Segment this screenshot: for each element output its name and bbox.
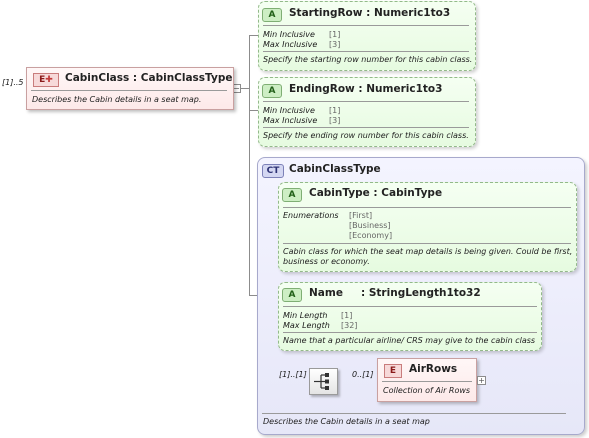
attribute-badge: A — [282, 288, 302, 302]
max-inclusive-value: [3] — [329, 116, 341, 125]
starting-row-title: StartingRow : Numeric1to3 — [289, 7, 451, 19]
attribute-badge: A — [262, 8, 282, 22]
starting-row-attribute[interactable]: A StartingRow : Numeric1to3 Min Inclusiv… — [258, 1, 476, 71]
divider — [283, 243, 571, 244]
air-rows-title: AirRows — [409, 363, 458, 375]
branch-to-root — [242, 88, 250, 89]
min-inclusive-value: [1] — [329, 106, 341, 115]
sequence-compositor[interactable] — [309, 368, 338, 395]
divider — [263, 51, 469, 52]
cabin-class-title: CabinClass : CabinClassType — [65, 72, 233, 84]
enum-value-business: [Business] — [349, 221, 391, 230]
ending-row-description: Specify the ending row number for this c… — [263, 131, 469, 140]
max-inclusive-label: Max Inclusive — [263, 116, 318, 125]
min-inclusive-value: [1] — [329, 30, 341, 39]
max-length-label: Max Length — [283, 321, 330, 330]
root-multiplicity: [1]..5 — [2, 78, 24, 87]
air-rows-description: Collection of Air Rows — [383, 386, 471, 395]
cabin-type-description-line1: Cabin class for which the seat map detai… — [283, 247, 573, 256]
sequence-multiplicity: [1]..[1] — [279, 370, 307, 379]
element-icon: ✚ — [45, 75, 53, 85]
min-length-value: [1] — [341, 311, 353, 320]
name-title: Name — [309, 287, 343, 299]
min-length-label: Min Length — [283, 311, 328, 320]
starting-row-description: Specify the starting row number for this… — [263, 55, 473, 64]
max-length-value: [32] — [341, 321, 358, 330]
enumerations-label: Enumerations — [283, 211, 339, 220]
name-attribute[interactable]: A Name : StringLength1to32 Min Length [1… — [278, 282, 542, 351]
branch-ending-row — [249, 110, 258, 111]
cabin-class-description: Describes the Cabin details in a seat ma… — [32, 95, 202, 104]
sequence-icon — [314, 373, 329, 390]
enum-value-economy: [Economy] — [349, 231, 393, 240]
cabin-type-attribute[interactable]: A CabinType : CabinType Enumerations [Fi… — [278, 182, 577, 272]
min-inclusive-label: Min Inclusive — [263, 30, 315, 39]
max-inclusive-label: Max Inclusive — [263, 40, 318, 49]
divider — [283, 306, 537, 307]
divider — [283, 207, 571, 208]
complex-type-description: Describes the Cabin details in a seat ma… — [263, 417, 430, 426]
divider — [263, 101, 469, 102]
branch-starting-row — [249, 35, 258, 36]
divider — [382, 381, 472, 382]
cabin-type-description-line2: business or economy. — [283, 257, 370, 266]
enum-value-first: [First] — [349, 211, 373, 220]
divider — [262, 413, 566, 414]
attribute-badge: A — [282, 188, 302, 202]
divider — [263, 25, 469, 26]
min-inclusive-label: Min Inclusive — [263, 106, 315, 115]
complex-type-title: CabinClassType — [289, 163, 381, 175]
attribute-badge: A — [262, 84, 282, 98]
ending-row-title: EndingRow : Numeric1to3 — [289, 83, 443, 95]
divider — [31, 90, 227, 91]
name-description: Name that a particular airline/ CRS may … — [283, 336, 536, 345]
cabin-class-element[interactable]: E✚ CabinClass : CabinClassType Describes… — [26, 67, 234, 110]
complex-type-badge: CT — [262, 164, 284, 178]
divider — [283, 332, 537, 333]
cabin-type-title: CabinType : CabinType — [309, 187, 443, 199]
trunk-line — [249, 35, 250, 295]
divider — [263, 127, 469, 128]
expand-icon[interactable]: + — [477, 376, 486, 385]
ending-row-attribute[interactable]: A EndingRow : Numeric1to3 Min Inclusive … — [258, 77, 476, 147]
element-badge: E✚ — [33, 73, 59, 87]
element-badge: E — [384, 364, 402, 378]
air-rows-multiplicity: 0..[1] — [352, 370, 374, 379]
max-inclusive-value: [3] — [329, 40, 341, 49]
name-type: : StringLength1to32 — [361, 287, 481, 299]
air-rows-element[interactable]: E AirRows Collection of Air Rows — [377, 358, 477, 402]
